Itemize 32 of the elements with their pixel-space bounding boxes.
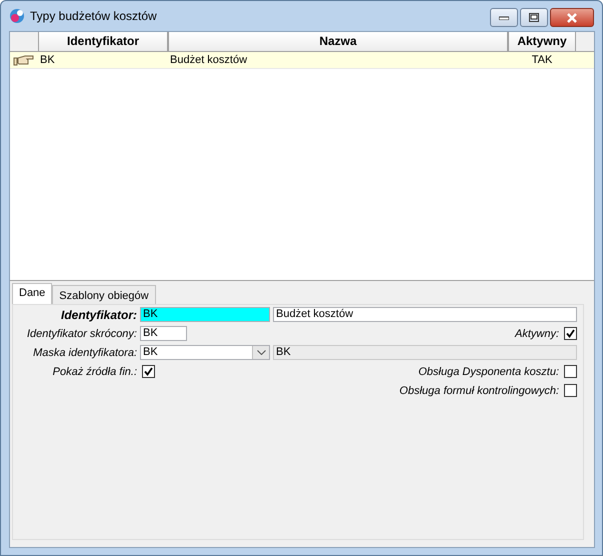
column-header[interactable]: Nazwa bbox=[168, 32, 508, 51]
minimize-icon bbox=[499, 16, 509, 20]
checkbox[interactable] bbox=[564, 327, 577, 340]
maximize-icon bbox=[529, 13, 539, 22]
field-label: Pokaż źródła fin.: bbox=[52, 366, 137, 378]
table-row[interactable]: BK Budżet kosztów TAK bbox=[10, 52, 594, 69]
field-label: Maska identyfikatora: bbox=[33, 346, 137, 358]
dropdown[interactable]: BK bbox=[140, 345, 270, 360]
column-header[interactable]: Aktywny bbox=[508, 32, 576, 51]
chevron-down-icon bbox=[256, 350, 266, 355]
field-label: Obsługa Dysponenta kosztu: bbox=[418, 366, 559, 378]
field-label: Obsługa formuł kontrolingowych: bbox=[399, 384, 559, 396]
tab[interactable]: Szablony obiegów bbox=[52, 285, 156, 304]
checkbox[interactable] bbox=[142, 365, 155, 378]
minimize-button[interactable] bbox=[490, 8, 518, 27]
input-field[interactable]: BK bbox=[140, 326, 187, 341]
column-header[interactable]: Identyfikator bbox=[38, 32, 168, 51]
field-label: Identyfikator skrócony: bbox=[26, 328, 137, 340]
app-icon bbox=[9, 8, 25, 24]
field-label: Aktywny: bbox=[514, 328, 559, 340]
pointing-hand-icon bbox=[13, 54, 35, 66]
maximize-button[interactable] bbox=[520, 8, 548, 27]
tab[interactable]: Dane bbox=[12, 283, 52, 304]
checkbox[interactable] bbox=[564, 384, 577, 397]
input-field: BK bbox=[273, 345, 577, 360]
close-icon bbox=[566, 12, 578, 22]
input-field[interactable]: BK bbox=[140, 307, 270, 322]
close-button[interactable] bbox=[550, 8, 594, 27]
checkbox[interactable] bbox=[564, 365, 577, 378]
field-label: Identyfikator: bbox=[60, 308, 137, 322]
input-field[interactable]: Budżet kosztów bbox=[273, 307, 577, 322]
window-title: Typy budżetów kosztów bbox=[30, 9, 158, 23]
